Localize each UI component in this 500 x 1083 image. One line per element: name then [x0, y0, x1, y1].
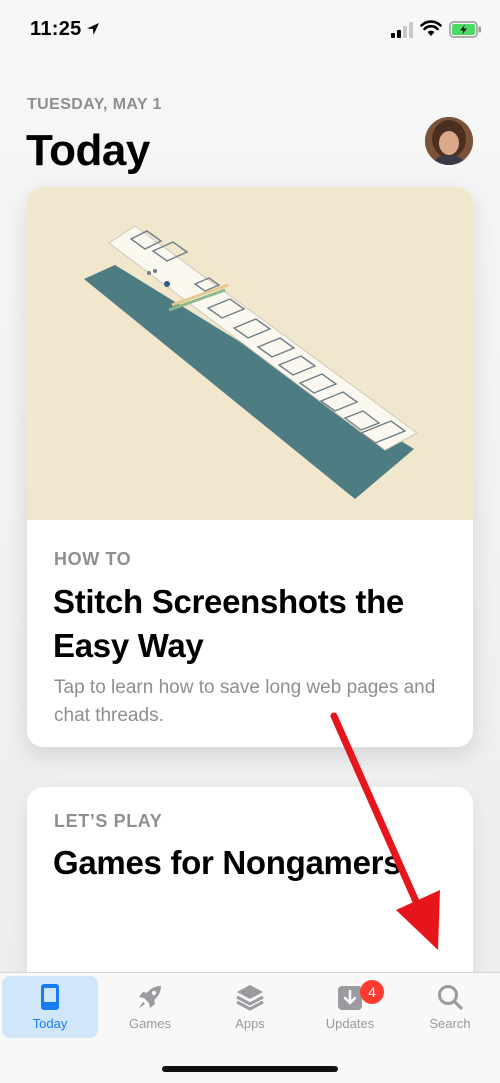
avatar-image	[425, 117, 473, 165]
layers-icon	[236, 985, 264, 1011]
page-title: Today	[26, 126, 150, 175]
annotation-arrow	[330, 712, 440, 950]
tab-search[interactable]: Search	[402, 976, 498, 1038]
tab-label: Apps	[235, 1016, 265, 1031]
tab-games[interactable]: Games	[102, 976, 198, 1038]
card-eyebrow: LET’S PLAY	[54, 811, 163, 831]
home-indicator[interactable]	[162, 1066, 338, 1072]
card-illustration	[27, 187, 473, 520]
cellular-signal-icon	[391, 22, 413, 38]
wifi-icon	[420, 20, 442, 36]
status-bar: 11:25	[0, 0, 500, 60]
location-arrow-icon	[87, 23, 99, 35]
story-card-how-to[interactable]: HOW TO Stitch Screenshots the Easy Way T…	[27, 187, 473, 747]
tab-label: Today	[32, 1016, 68, 1031]
tab-apps[interactable]: Apps	[202, 976, 298, 1038]
card-title: Stitch Screenshots the Easy Way	[53, 583, 404, 664]
status-time: 11:25	[30, 18, 82, 40]
tab-label: Updates	[325, 1016, 375, 1031]
tab-label: Games	[129, 1016, 171, 1031]
search-icon	[438, 985, 463, 1010]
card-eyebrow: HOW TO	[54, 549, 132, 569]
account-avatar[interactable]	[425, 117, 473, 165]
tab-updates[interactable]: 4 Updates	[302, 976, 398, 1038]
date-label: TUESDAY, MAY 1	[27, 96, 162, 113]
battery-charging-icon	[449, 21, 481, 38]
updates-count-badge: 4	[360, 980, 384, 1004]
today-icon	[41, 984, 59, 1010]
rocket-icon	[139, 986, 161, 1008]
tab-today[interactable]: Today	[2, 976, 98, 1038]
app-store-today-screen: 11:25 TUESDAY, MAY 1 Today HOW TO Stitch…	[0, 0, 500, 1083]
stitched-screenshot-illustration	[84, 225, 418, 499]
tab-label: Search	[429, 1016, 471, 1031]
